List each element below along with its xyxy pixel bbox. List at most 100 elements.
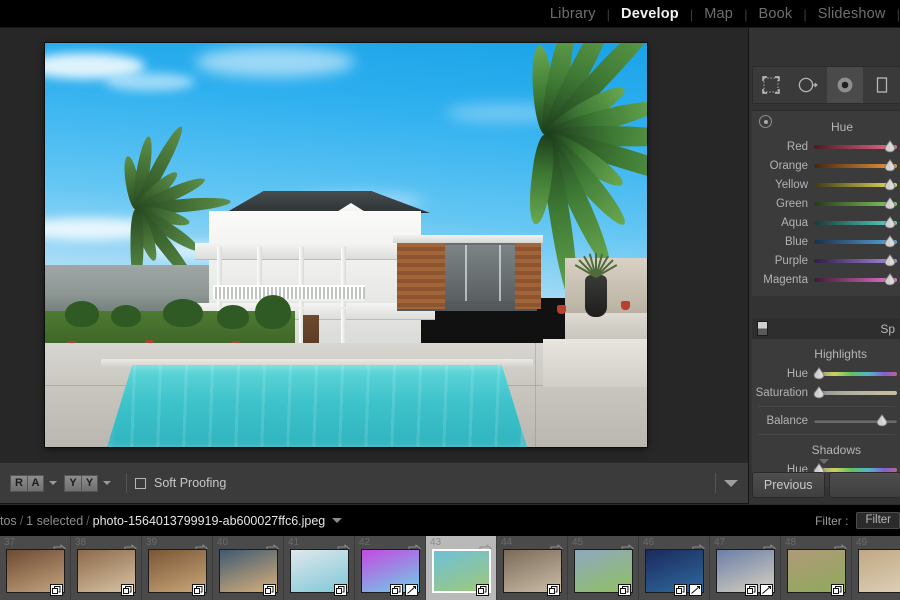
hue-yellow-row[interactable]: Yellow — [752, 175, 900, 194]
stack-badge-icon[interactable] — [192, 584, 205, 596]
highlights-hue-knob[interactable] — [813, 366, 825, 380]
breadcrumb-chevron-down-icon[interactable] — [332, 518, 343, 523]
filmstrip-thumbnail[interactable]: 44 — [497, 536, 568, 600]
hue-blue-track[interactable] — [814, 234, 897, 247]
image-canvas[interactable] — [0, 28, 748, 462]
module-slideshow[interactable]: Slideshow — [807, 6, 897, 22]
split-toning-header[interactable]: Sp — [752, 318, 900, 339]
graduated-filter-tool[interactable] — [863, 67, 900, 103]
before-after-caret-icon[interactable] — [49, 481, 57, 485]
filmstrip-thumbnail[interactable]: 45 — [568, 536, 639, 600]
spot-removal-tool[interactable] — [790, 67, 827, 103]
hue-purple-knob[interactable] — [884, 253, 896, 267]
filmstrip-thumbnail[interactable]: 39 — [142, 536, 213, 600]
module-library[interactable]: Library — [539, 6, 607, 22]
stack-badge-icon[interactable] — [390, 584, 403, 596]
hue-aqua-track[interactable] — [814, 215, 897, 228]
filter-dropdown[interactable]: Filter — [856, 512, 900, 529]
highlights-hue-row[interactable]: Hue — [752, 364, 900, 383]
hue-purple-row[interactable]: Purple — [752, 251, 900, 270]
highlights-saturation-track[interactable] — [813, 385, 897, 398]
hue-purple-track[interactable] — [814, 253, 897, 266]
thumbnail-image[interactable] — [858, 549, 900, 593]
filmstrip-thumbnail[interactable]: 48 — [781, 536, 852, 600]
module-book[interactable]: Book — [747, 6, 803, 22]
filmstrip-thumbnail[interactable]: 38 — [71, 536, 142, 600]
flag-arrow-icon[interactable] — [550, 539, 563, 553]
hue-magenta-knob[interactable] — [884, 272, 896, 286]
crop-badge-icon[interactable] — [760, 584, 773, 596]
filmstrip-thumbnail[interactable]: 47 — [710, 536, 781, 600]
flag-arrow-icon[interactable] — [692, 539, 705, 553]
reset-button[interactable] — [828, 472, 900, 498]
balance-knob[interactable] — [876, 413, 888, 427]
stack-badge-icon[interactable] — [547, 584, 560, 596]
hue-blue-row[interactable]: Blue — [752, 232, 900, 251]
balance-row[interactable]: Balance — [752, 411, 900, 430]
stack-badge-icon[interactable] — [674, 584, 687, 596]
filmstrip-thumbnail[interactable]: 43 — [426, 536, 497, 600]
hue-magenta-row[interactable]: Magenta — [752, 270, 900, 289]
flag-arrow-icon[interactable] — [124, 539, 137, 553]
flag-arrow-icon[interactable] — [195, 539, 208, 553]
shadows-hue-track[interactable] — [813, 462, 897, 475]
breadcrumb-filename[interactable]: photo-1564013799919-ab600027ffc6.jpeg — [93, 514, 326, 528]
hue-blue-knob[interactable] — [884, 234, 896, 248]
hue-yellow-track[interactable] — [814, 177, 897, 190]
flag-arrow-icon[interactable] — [621, 539, 634, 553]
hue-green-row[interactable]: Green — [752, 194, 900, 213]
hue-orange-row[interactable]: Orange — [752, 156, 900, 175]
breadcrumb-source[interactable]: tos — [0, 514, 17, 528]
hue-aqua-knob[interactable] — [884, 215, 896, 229]
hue-aqua-row[interactable]: Aqua — [752, 213, 900, 232]
stack-badge-icon[interactable] — [476, 584, 489, 596]
soft-proofing-label[interactable]: Soft Proofing — [154, 476, 226, 490]
filmstrip-thumbnail[interactable]: 42 — [355, 536, 426, 600]
filmstrip-thumbnail[interactable]: 40 — [213, 536, 284, 600]
flag-arrow-icon[interactable] — [834, 539, 847, 553]
stack-badge-icon[interactable] — [121, 584, 134, 596]
stack-badge-icon[interactable] — [334, 584, 347, 596]
crop-badge-icon[interactable] — [689, 584, 702, 596]
filmstrip-thumbnail[interactable]: 46 — [639, 536, 710, 600]
red-eye-tool[interactable] — [826, 67, 864, 103]
crop-overlay-tool[interactable] — [753, 67, 790, 103]
before-after-toggle[interactable]: R A — [10, 474, 44, 492]
stack-badge-icon[interactable] — [263, 584, 276, 596]
flag-arrow-icon[interactable] — [53, 539, 66, 553]
filmstrip[interactable]: 37 38 39 40 41 42 43 44 45 46 47 48 49 — [0, 536, 900, 600]
flag-arrow-icon[interactable] — [763, 539, 776, 553]
filmstrip-thumbnail[interactable]: 37 — [0, 536, 71, 600]
soft-proofing-checkbox[interactable] — [135, 477, 146, 489]
hue-yellow-knob[interactable] — [884, 177, 896, 191]
filmstrip-thumbnail[interactable]: 49 — [852, 536, 900, 600]
stack-badge-icon[interactable] — [745, 584, 758, 596]
flag-arrow-icon[interactable] — [266, 539, 279, 553]
hue-orange-knob[interactable] — [884, 158, 896, 172]
panel-collapse-chevron-icon[interactable] — [819, 459, 829, 464]
breadcrumb[interactable]: tos / 1 selected / photo-1564013799919-a… — [0, 514, 343, 528]
module-develop[interactable]: Develop — [610, 6, 690, 22]
flag-arrow-icon[interactable] — [408, 539, 421, 553]
hue-orange-track[interactable] — [814, 158, 897, 171]
highlights-saturation-row[interactable]: Saturation — [752, 383, 900, 402]
compare-caret-icon[interactable] — [103, 481, 111, 485]
target-adjust-icon[interactable] — [759, 115, 772, 128]
flag-arrow-icon[interactable] — [337, 539, 350, 553]
previous-button[interactable]: Previous — [752, 472, 825, 498]
hue-magenta-track[interactable] — [814, 272, 897, 285]
toolbar-chevron-down-icon[interactable] — [724, 479, 738, 487]
highlights-hue-track[interactable] — [813, 366, 897, 379]
balance-track[interactable] — [814, 413, 897, 426]
filmstrip-thumbnail[interactable]: 41 — [284, 536, 355, 600]
panel-switch-icon[interactable] — [757, 321, 768, 336]
hue-red-track[interactable] — [814, 139, 897, 152]
hue-green-track[interactable] — [814, 196, 897, 209]
flag-arrow-icon[interactable] — [479, 539, 492, 553]
stack-badge-icon[interactable] — [831, 584, 844, 596]
stack-badge-icon[interactable] — [50, 584, 63, 596]
compare-view-toggle[interactable]: Y Y — [64, 474, 98, 492]
highlights-saturation-knob[interactable] — [813, 385, 825, 399]
hue-red-row[interactable]: Red — [752, 137, 900, 156]
module-map[interactable]: Map — [693, 6, 744, 22]
